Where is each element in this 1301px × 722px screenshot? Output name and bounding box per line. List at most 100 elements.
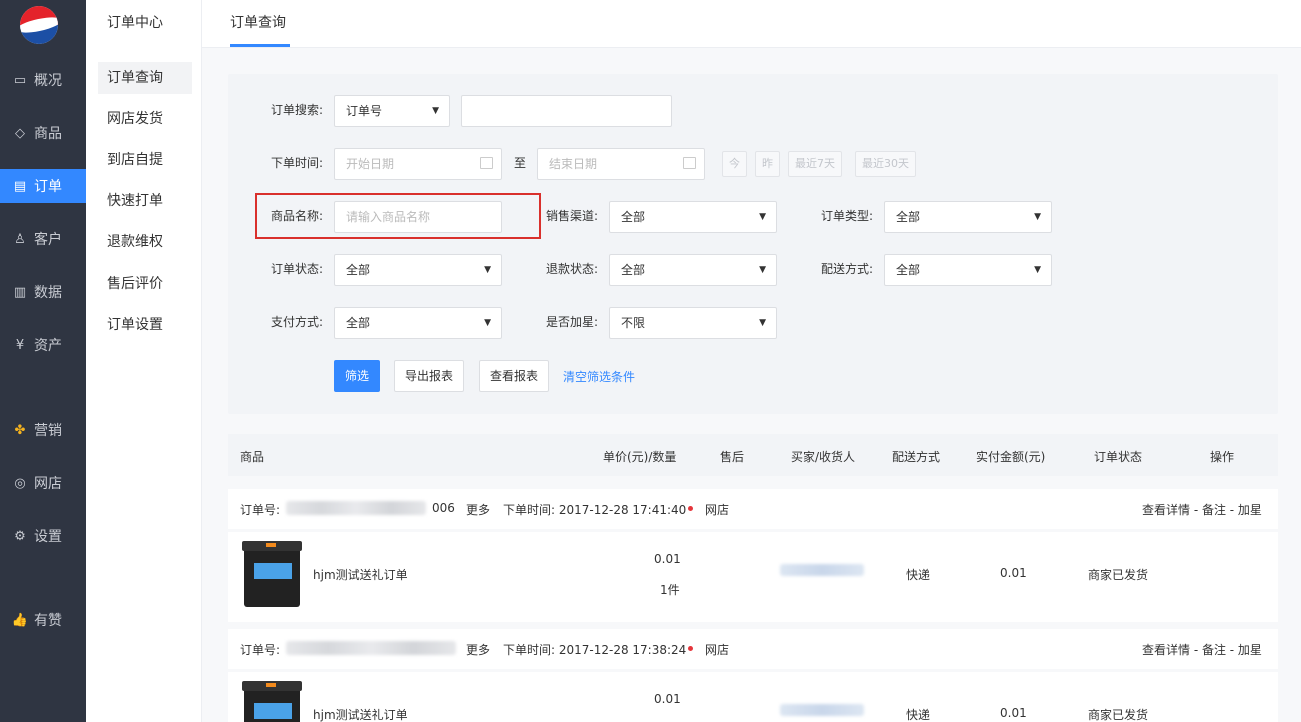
tab-order-query[interactable]: 订单查询 [230,12,286,32]
quick-today[interactable]: 今 [722,151,747,177]
tab-bar: 订单查询 [202,0,1301,48]
search-input[interactable] [461,95,672,127]
clear-filters-link[interactable]: 清空筛选条件 [563,368,635,385]
submenu-pickup[interactable]: 到店自提 [98,144,192,176]
bar-chart-icon: ▥ [13,284,27,300]
quantity: 1件 [660,583,680,597]
col-actions: 操作 [1210,450,1235,464]
view-report-button[interactable]: 查看报表 [479,360,550,392]
tag-icon: ◇ [15,125,25,141]
source-dot-icon [688,506,693,511]
order-status-select[interactable]: 全部 ▼ [334,254,502,286]
apps-icon: ✤ [14,422,26,438]
paid-amount: 0.01 [1000,566,1027,580]
order-source: 网店 [705,503,730,517]
search-type-select[interactable]: 订单号 ▼ [334,95,450,127]
product-name-link[interactable]: hjm测试送礼订单 [313,566,408,583]
caret-down-icon: ▼ [484,318,491,328]
order-status: 商家已发货 [1088,708,1149,722]
end-date-input[interactable]: 结束日期 [537,148,705,180]
nav-assets[interactable]: ¥ 资产 [0,328,86,362]
delivery-label: 配送方式: [821,262,874,276]
submenu-order-query[interactable]: 订单查询 [98,62,192,94]
brand-logo[interactable] [20,6,58,44]
quick-7days[interactable]: 最近7天 [788,151,842,177]
more-link[interactable]: 更多 [466,641,490,658]
col-goods: 商品 [240,450,265,464]
channel-label: 销售渠道: [546,209,599,223]
nav-data[interactable]: ▥ 数据 [0,275,86,309]
product-name-link[interactable]: hjm测试送礼订单 [313,706,408,722]
order-time: 下单时间: 2017-12-28 17:41:40 [503,503,687,517]
submenu-quick-print[interactable]: 快速打单 [98,185,192,217]
buyer-redacted[interactable] [780,564,864,576]
order-type-label: 订单类型: [821,209,874,223]
col-delivery: 配送方式 [892,450,941,464]
submenu-store-ship[interactable]: 网店发货 [98,103,192,135]
export-report-button[interactable]: 导出报表 [394,360,465,392]
more-link[interactable]: 更多 [466,501,490,518]
delivery-select[interactable]: 全部 ▼ [884,254,1052,286]
date-to-label: 至 [514,156,527,170]
col-aftersale: 售后 [720,450,745,464]
nav-goods[interactable]: ◇ 商品 [0,116,86,150]
nav-youzan[interactable]: 👍 有赞 [0,603,86,637]
nav-customers[interactable]: ♙ 客户 [0,222,86,256]
product-name-input[interactable]: 请输入商品名称 [334,201,502,233]
channel-select[interactable]: 全部 ▼ [609,201,777,233]
order-time: 下单时间: 2017-12-28 17:38:24 [503,643,687,657]
store-icon: ◎ [14,475,26,491]
col-status: 订单状态 [1094,450,1143,464]
product-thumbnail[interactable] [240,681,304,722]
order-submenu: 订单中心 订单查询 网店发货 到店自提 快速打单 退款维权 售后评价 订单设置 [86,0,202,722]
order-no-label: 订单号: [240,643,281,657]
delivery-method: 快递 [906,708,931,722]
quick-30days[interactable]: 最近30天 [855,151,916,177]
caret-down-icon: ▼ [759,265,766,275]
product-thumbnail[interactable] [240,541,304,607]
caret-down-icon: ▼ [759,318,766,328]
nav-store[interactable]: ◎ 网店 [0,466,86,500]
order-header: 订单号: 更多 下单时间: 2017-12-28 17:38:24 网店 查看详… [228,629,1278,669]
unit-price: 0.01 [654,552,681,566]
nav-settings[interactable]: ⚙ 设置 [0,519,86,553]
submenu-order-settings[interactable]: 订单设置 [98,309,192,341]
nav-marketing[interactable]: ✤ 营销 [0,413,86,447]
starred-select[interactable]: 不限 ▼ [609,307,777,339]
payment-label: 支付方式: [271,315,324,329]
order-type-select[interactable]: 全部 ▼ [884,201,1052,233]
payment-select[interactable]: 全部 ▼ [334,307,502,339]
refund-status-label: 退款状态: [546,262,599,276]
yuan-icon: ¥ [15,337,25,353]
product-name-label: 商品名称: [271,209,324,223]
time-label: 下单时间: [271,156,324,170]
caret-down-icon: ▼ [432,106,439,116]
order-actions[interactable]: 查看详情 - 备注 - 加星 [1142,501,1262,518]
order-status-label: 订单状态: [271,262,324,276]
delivery-method: 快递 [906,568,931,582]
source-dot-icon [688,646,693,651]
order-row: hjm测试送礼订单 0.01 快递 0.01 商家已发货 [228,672,1278,722]
buyer-redacted[interactable] [780,704,864,716]
order-status: 商家已发货 [1088,568,1149,582]
quick-yesterday[interactable]: 昨 [755,151,780,177]
nav-overview[interactable]: ▭ 概况 [0,63,86,97]
order-row: hjm测试送礼订单 0.01 1件 快递 0.01 商家已发货 [228,532,1278,622]
caret-down-icon: ▼ [1034,265,1041,275]
submenu-review[interactable]: 售后评价 [98,268,192,300]
thumbs-up-icon: 👍 [11,612,29,628]
order-actions[interactable]: 查看详情 - 备注 - 加星 [1142,641,1262,658]
submenu-refund[interactable]: 退款维权 [98,226,192,258]
order-no-label: 订单号: [240,503,281,517]
paid-amount: 0.01 [1000,706,1027,720]
col-buyer: 买家/收货人 [791,450,856,464]
order-source: 网店 [705,643,730,657]
refund-status-select[interactable]: 全部 ▼ [609,254,777,286]
filter-button[interactable]: 筛选 [334,360,381,392]
search-label: 订单搜索: [271,103,324,117]
order-no-tail: 006 [432,501,455,515]
order-no-redacted [286,501,426,515]
calendar-icon [480,157,493,169]
nav-orders[interactable]: ▤ 订单 [0,169,86,203]
start-date-input[interactable]: 开始日期 [334,148,502,180]
